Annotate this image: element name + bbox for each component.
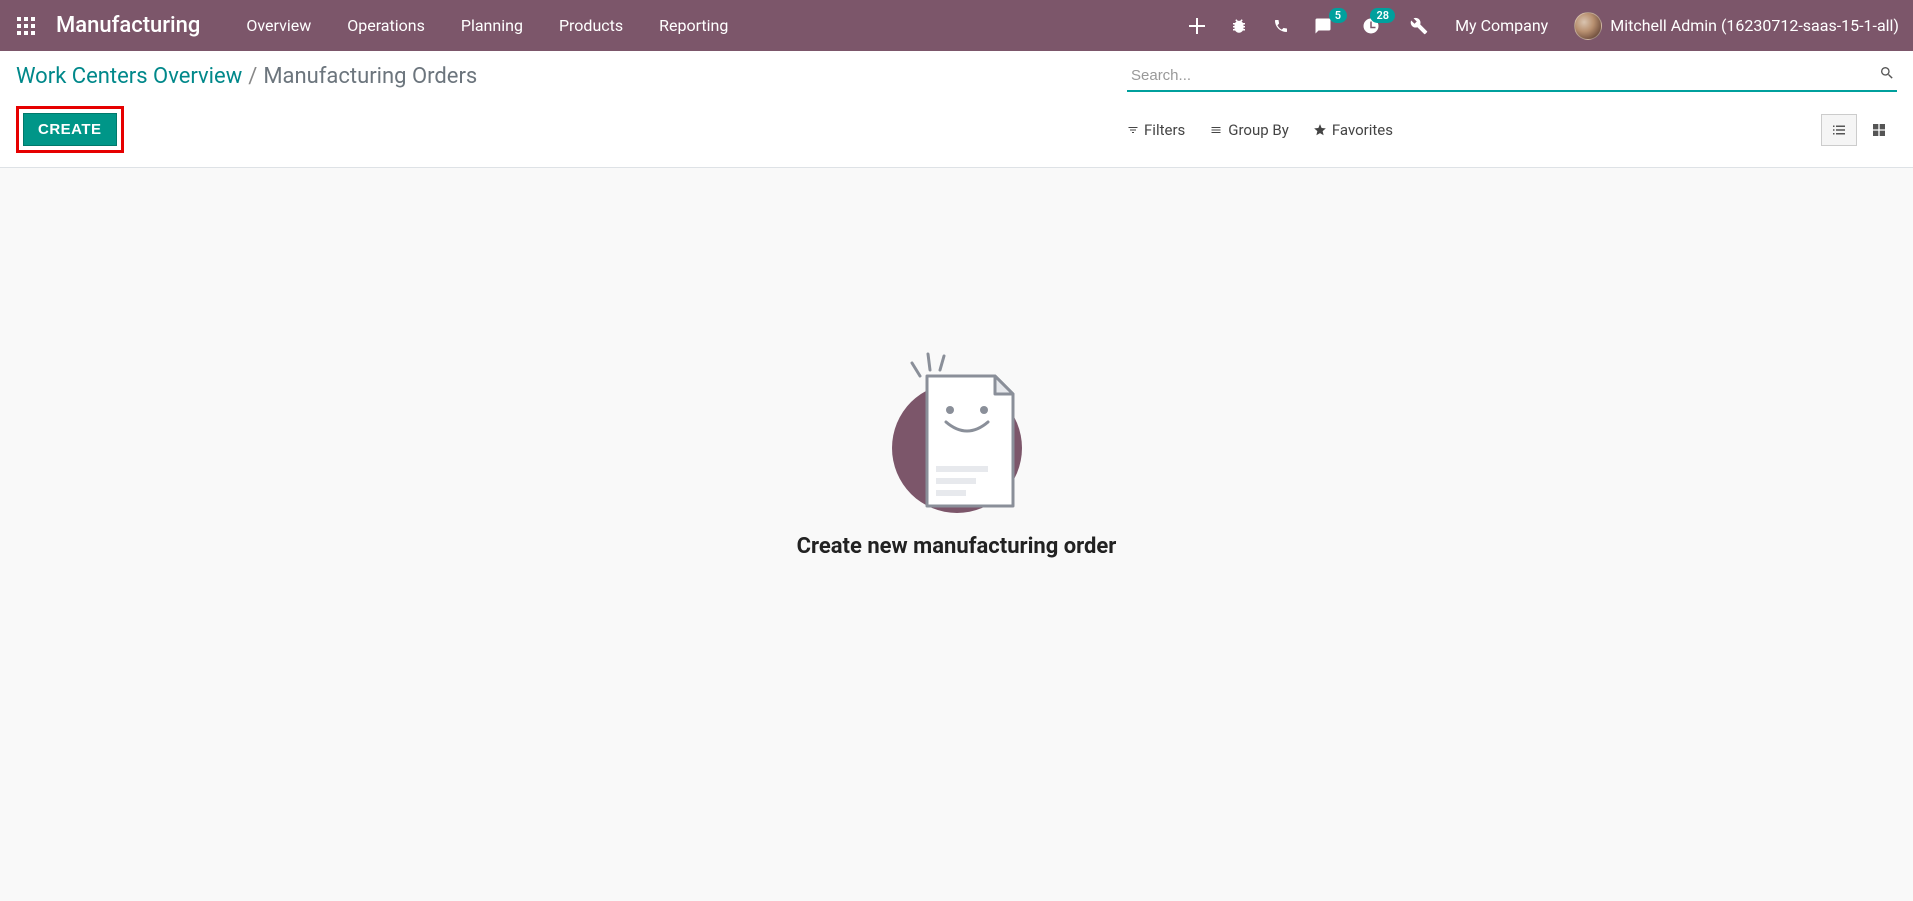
breadcrumb-current: Manufacturing Orders bbox=[263, 64, 477, 89]
menu-planning[interactable]: Planning bbox=[443, 0, 541, 51]
nav-menu: Overview Operations Planning Products Re… bbox=[228, 0, 746, 51]
app-title[interactable]: Manufacturing bbox=[56, 13, 200, 38]
phone-icon[interactable] bbox=[1271, 16, 1291, 36]
nav-right: 5 28 My Company Mitchell Admin (16230712… bbox=[1187, 12, 1899, 40]
tools-icon[interactable] bbox=[1409, 16, 1429, 36]
apps-menu-icon[interactable] bbox=[14, 14, 38, 38]
cp-row-bottom: CREATE Filters Group By Favorites bbox=[0, 98, 1913, 167]
cp-row-top: Work Centers Overview / Manufacturing Or… bbox=[0, 51, 1913, 98]
groupby-label: Group By bbox=[1228, 121, 1289, 139]
search-input[interactable] bbox=[1127, 61, 1897, 92]
search-icon[interactable] bbox=[1879, 65, 1895, 85]
create-button-highlight: CREATE bbox=[16, 106, 124, 153]
control-panel: Work Centers Overview / Manufacturing Or… bbox=[0, 51, 1913, 168]
view-switcher bbox=[1821, 114, 1897, 146]
user-menu[interactable]: Mitchell Admin (16230712-saas-15-1-all) bbox=[1574, 12, 1899, 40]
breadcrumb-sep: / bbox=[248, 64, 257, 89]
breadcrumb: Work Centers Overview / Manufacturing Or… bbox=[16, 64, 477, 89]
user-name: Mitchell Admin (16230712-saas-15-1-all) bbox=[1610, 16, 1899, 35]
empty-title: Create new manufacturing order bbox=[797, 534, 1117, 559]
nav-left: Manufacturing Overview Operations Planni… bbox=[14, 0, 746, 51]
activities-icon[interactable]: 28 bbox=[1361, 16, 1381, 36]
company-name[interactable]: My Company bbox=[1451, 16, 1552, 35]
breadcrumb-link[interactable]: Work Centers Overview bbox=[16, 64, 242, 89]
messaging-badge: 5 bbox=[1329, 8, 1347, 23]
menu-products[interactable]: Products bbox=[541, 0, 641, 51]
bug-icon[interactable] bbox=[1229, 16, 1249, 36]
empty-illustration bbox=[872, 348, 1042, 518]
groupby-button[interactable]: Group By bbox=[1209, 121, 1289, 139]
filters-button[interactable]: Filters bbox=[1127, 121, 1185, 139]
search-options: Filters Group By Favorites bbox=[1127, 114, 1897, 146]
create-button[interactable]: CREATE bbox=[23, 113, 117, 146]
menu-overview[interactable]: Overview bbox=[228, 0, 329, 51]
activities-badge: 28 bbox=[1370, 8, 1395, 23]
content-area: Create new manufacturing order bbox=[0, 168, 1913, 559]
menu-reporting[interactable]: Reporting bbox=[641, 0, 746, 51]
top-navbar: Manufacturing Overview Operations Planni… bbox=[0, 0, 1913, 51]
menu-operations[interactable]: Operations bbox=[329, 0, 443, 51]
list-view-button[interactable] bbox=[1821, 114, 1857, 146]
favorites-label: Favorites bbox=[1332, 121, 1393, 139]
avatar bbox=[1574, 12, 1602, 40]
favorites-button[interactable]: Favorites bbox=[1313, 121, 1393, 139]
filters-label: Filters bbox=[1144, 121, 1185, 139]
messaging-icon[interactable]: 5 bbox=[1313, 16, 1333, 36]
plus-icon[interactable] bbox=[1187, 16, 1207, 36]
kanban-view-button[interactable] bbox=[1861, 114, 1897, 146]
search-box bbox=[1127, 61, 1897, 92]
